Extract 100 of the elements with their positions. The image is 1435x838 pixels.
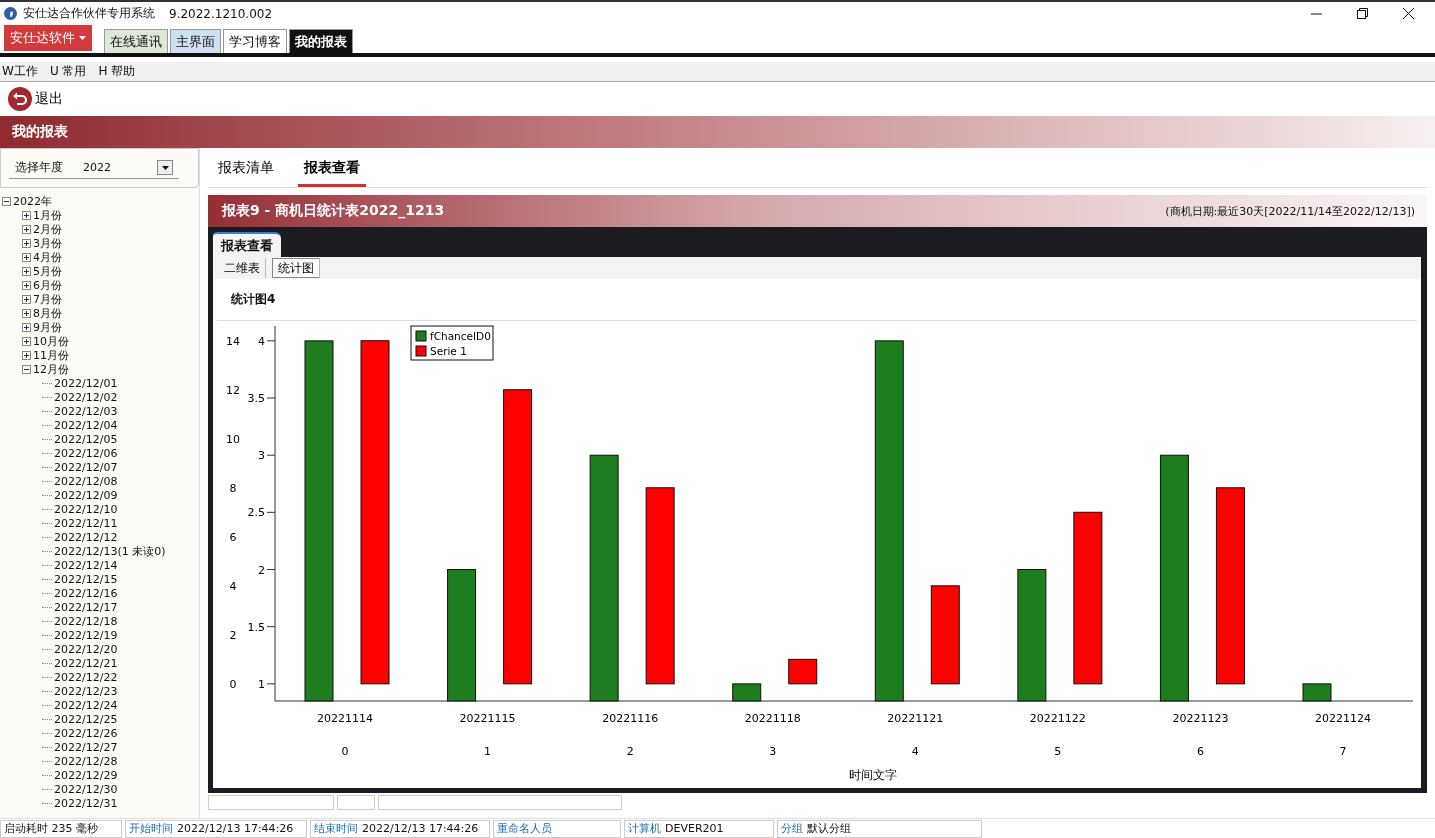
tree-item[interactable]: 2022/12/08 [54,474,118,488]
expand-toggle[interactable] [22,308,31,318]
app-menu-button[interactable]: 安仕达软件 [4,25,92,51]
collapse-toggle[interactable] [22,364,31,374]
x-axis-label: 20221121 [887,712,944,725]
status-label: 分组 [781,821,803,836]
tree-item[interactable]: 6月份 [33,277,62,293]
y-tick-label: 6 [229,530,237,544]
exit-button[interactable]: 退出 [8,87,63,111]
tree-item[interactable]: 2022/12/18 [54,614,118,628]
tree-item[interactable]: 2022/12/25 [54,712,118,726]
close-icon [1402,8,1414,19]
menu-item[interactable]: U 常用 [49,63,87,80]
caret-icon [161,165,169,170]
tree-item[interactable]: 2022/12/26 [54,726,118,740]
x-axis-label: 20221118 [744,712,801,725]
tree-item[interactable]: 2022/12/20 [54,642,118,656]
app-logo-icon [4,7,17,20]
tree-item[interactable]: 2022/12/31 [54,796,118,810]
tree-item[interactable]: 11月份 [33,347,69,363]
panel-tab[interactable]: 报表查看 [213,232,281,257]
restore-icon [1356,8,1368,19]
tree-item[interactable]: 2022年 [13,193,52,209]
tree-item[interactable]: 7月份 [33,291,62,307]
y-tick-label: 2 [229,628,237,642]
top-tab[interactable]: 在线通讯 [104,29,168,53]
input-field[interactable] [378,795,622,810]
x-axis-label: 20221115 [459,712,516,725]
tree-item[interactable]: 2022/12/04 [54,418,118,432]
tree-item[interactable]: 2022/12/29 [54,768,118,782]
dropdown-button[interactable] [157,160,173,175]
tree-item[interactable]: 2022/12/27 [54,740,118,754]
x-index-label: 4 [911,745,919,758]
expand-toggle[interactable] [22,280,31,290]
tree-item[interactable]: 4月份 [33,249,62,265]
tree-item[interactable]: 2022/12/28 [54,754,118,768]
view-tab[interactable]: 报表清单 [212,151,280,187]
tree-item[interactable]: 10月份 [33,333,69,349]
expand-toggle[interactable] [22,266,31,276]
tree-item[interactable]: 12月份 [33,361,69,377]
tree-item[interactable]: 2022/12/05 [54,432,118,446]
tree-item[interactable]: 2022/12/03 [54,404,118,418]
tree-item[interactable]: 2022/12/21 [54,656,118,670]
tree-item[interactable]: 3月份 [33,235,62,251]
date-range-text: (商机日期:最近30天[2022/11/14至2022/12/13]) [1165,203,1415,219]
tree-item[interactable]: 2022/12/07 [54,460,118,474]
input-field[interactable] [337,795,375,810]
tree-item[interactable]: 2022/12/14 [54,558,118,572]
menu-item[interactable]: H 帮助 [98,63,136,80]
y-tick-label: 0 [229,677,237,691]
tree-item[interactable]: 2月份 [33,221,62,237]
x-axis-label: 20221116 [602,712,659,725]
tree-item[interactable]: 2022/12/13(1 未读0) [54,543,166,559]
input-field[interactable] [208,795,334,810]
sub-tab[interactable]: 统计图 [272,258,320,278]
expand-toggle[interactable] [22,294,31,304]
expand-toggle[interactable] [22,322,31,332]
expand-toggle[interactable] [22,238,31,248]
y2-tick-label: 2 [258,563,265,577]
expand-toggle[interactable] [22,224,31,234]
x-axis-label: 20221124 [1315,712,1371,725]
expand-toggle[interactable] [22,350,31,360]
tree-item[interactable]: 2022/12/16 [54,586,118,600]
top-tab[interactable]: 学习博客 [223,29,287,53]
report-title: 报表9 - 商机日统计表2022_1213 [222,202,445,220]
tree-item[interactable]: 9月份 [33,319,62,335]
year-value: 2022 [83,161,112,174]
tree-item[interactable]: 2022/12/23 [54,684,118,698]
tree-item[interactable]: 2022/12/10 [54,502,118,516]
tree-item[interactable]: 2022/12/11 [54,516,118,530]
menu-item[interactable]: W工作 [2,63,38,80]
window-title: 安仕达合作伙伴专用系统 [23,5,155,22]
view-tab[interactable]: 报表查看 [298,151,366,187]
status-label: 结束时间 [314,821,358,836]
y2-tick-label: 1.5 [247,620,265,634]
tree-item[interactable]: 2022/12/06 [54,446,118,460]
x-axis-label: 20221123 [1172,712,1229,725]
tree-item[interactable]: 2022/12/02 [54,390,118,404]
tree-item[interactable]: 2022/12/01 [54,376,118,390]
tree-item[interactable]: 2022/12/09 [54,488,118,502]
collapse-toggle[interactable] [2,196,11,206]
tree-item[interactable]: 2022/12/22 [54,670,118,684]
expand-toggle[interactable] [22,336,31,346]
tree-item[interactable]: 2022/12/15 [54,572,118,586]
tree-item[interactable]: 2022/12/24 [54,698,118,712]
legend-label: Serie 1 [430,345,467,357]
y-tick-label: 10 [226,432,240,446]
expand-toggle[interactable] [22,252,31,262]
tree-item[interactable]: 2022/12/17 [54,600,118,614]
tree-item[interactable]: 5月份 [33,263,62,279]
tree-item[interactable]: 2022/12/12 [54,530,118,544]
tree-item[interactable]: 8月份 [33,305,62,321]
tree-item[interactable]: 1月份 [33,207,62,223]
sub-tab[interactable]: 二维表 [219,258,266,278]
y-tick-label: 12 [226,383,240,397]
tree-item[interactable]: 2022/12/30 [54,782,118,796]
top-tab[interactable]: 主界面 [170,29,221,53]
tree-item[interactable]: 2022/12/19 [54,628,118,642]
top-tab[interactable]: 我的报表 [289,29,353,53]
expand-toggle[interactable] [22,210,31,220]
